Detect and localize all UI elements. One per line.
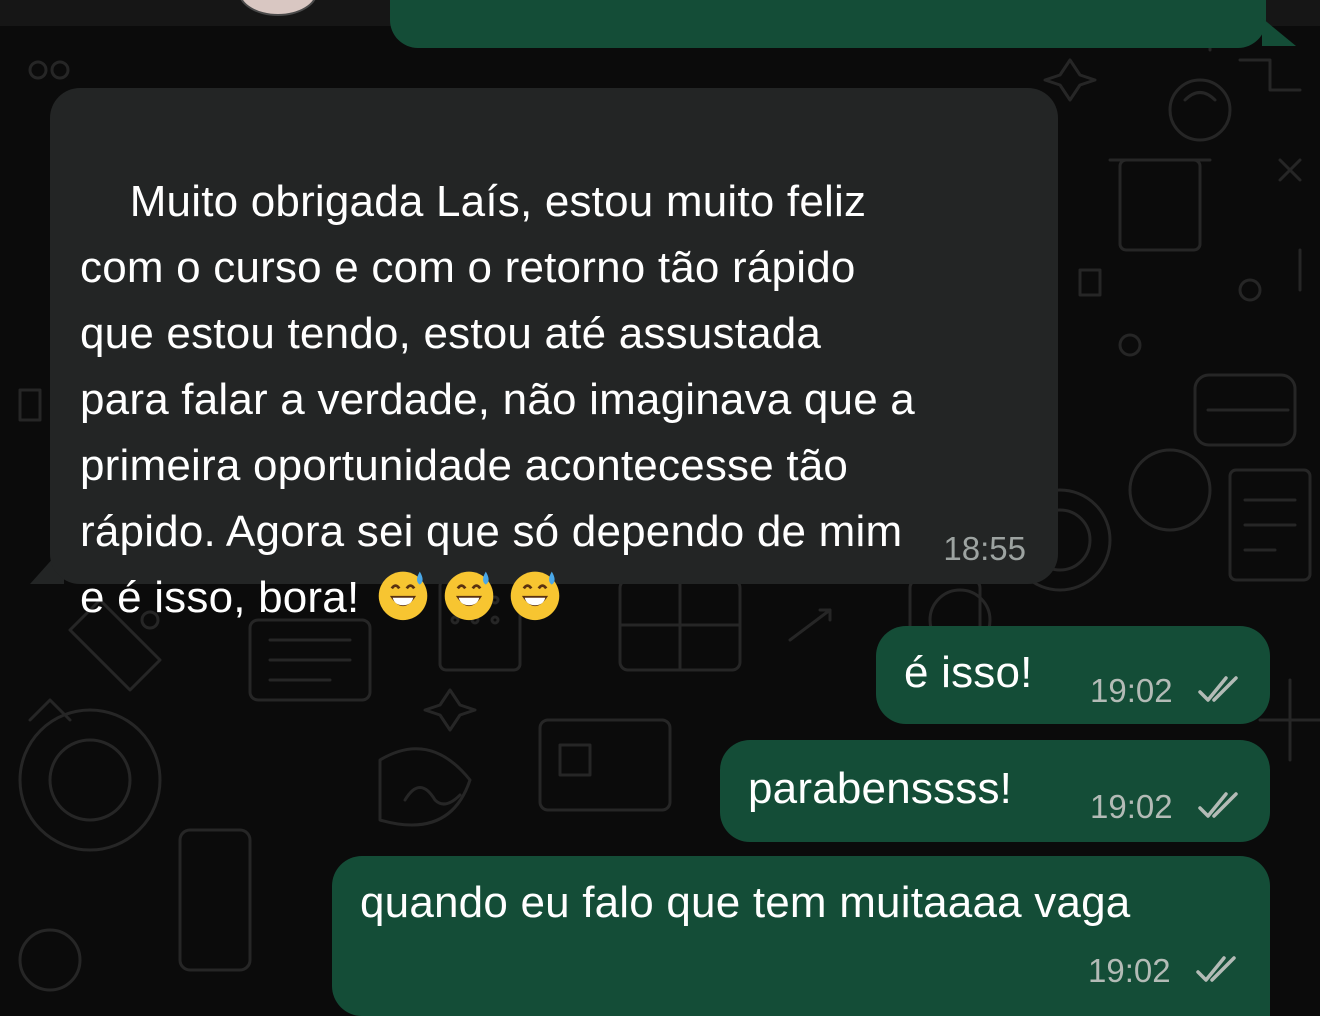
double-check-read-icon: [1198, 676, 1238, 702]
outgoing-message-bubble[interactable]: parabenssss! 19:02: [720, 740, 1270, 842]
message-timestamp: 18:55: [943, 530, 1026, 567]
outgoing-message-bubble[interactable]: é isso! 19:02: [876, 626, 1270, 724]
double-check-read-icon: [1198, 792, 1238, 818]
incoming-message-bubble[interactable]: Muito obrigada Laís, estou muito feliz c…: [50, 88, 1058, 622]
grinning-face-with-sweat-icon: [445, 571, 494, 621]
grinning-face-with-sweat-icon: [379, 571, 428, 621]
previous-outgoing-message-bubble[interactable]: [390, 0, 1266, 48]
message-timestamp: 19:02: [1090, 788, 1173, 825]
outgoing-message-bubble[interactable]: quando eu falo que tem muitaaaa vaga 19:…: [332, 856, 1270, 1016]
message-text: quando eu falo que tem muitaaaa vaga: [360, 878, 1131, 927]
message-text: é isso!: [904, 648, 1033, 697]
double-check-read-icon: [1196, 956, 1236, 982]
message-text: parabenssss!: [748, 764, 1013, 813]
message-timestamp: 19:02: [1090, 672, 1173, 709]
bubble-tail: [1262, 18, 1296, 46]
message-timestamp: 19:02: [1088, 952, 1171, 989]
grinning-face-with-sweat-icon: [511, 571, 560, 621]
message-text: Muito obrigada Laís, estou muito feliz c…: [80, 103, 1040, 697]
message-body: Muito obrigada Laís, estou muito feliz c…: [80, 177, 915, 622]
